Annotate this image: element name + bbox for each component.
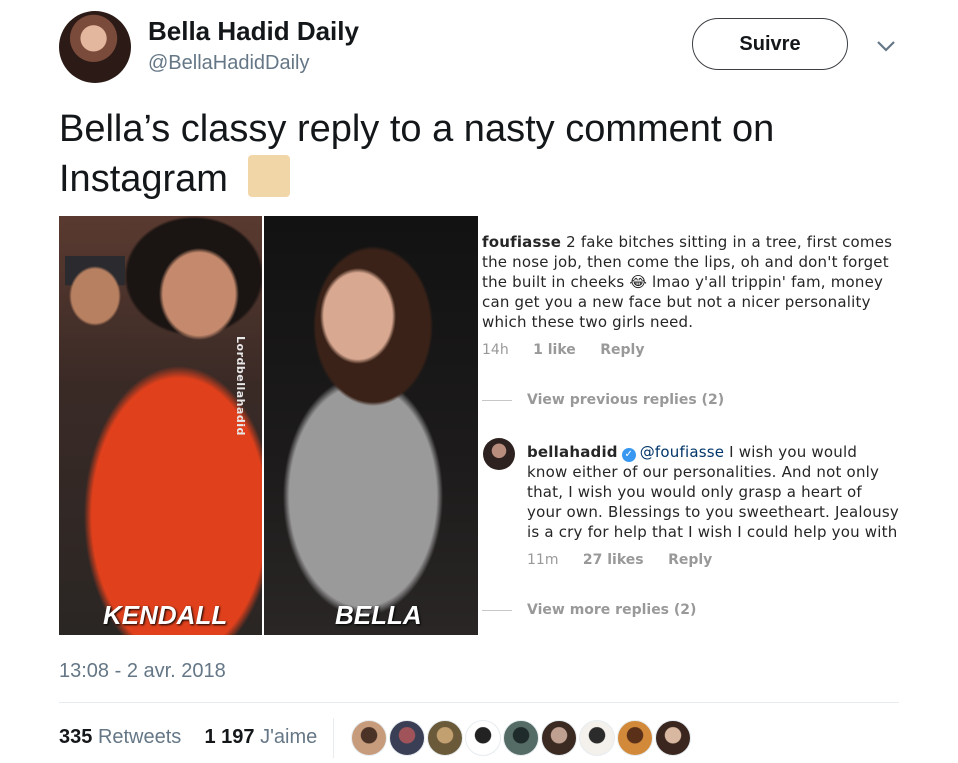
tweet-text: Bella’s classy reply to a nasty comment …	[59, 104, 899, 204]
verified-badge-icon: ✓	[621, 448, 636, 462]
chevron-down-icon[interactable]	[874, 36, 898, 56]
liker-avatar-8[interactable]	[617, 720, 653, 756]
watermark: Lordbellahadid	[234, 336, 247, 436]
label-kendall: KENDALL	[103, 600, 228, 630]
tweet-text-body: Bella’s classy reply to a nasty comment …	[59, 108, 775, 200]
ig-comment-bellahadid: bellahadid ✓ @foufiasse I wish you would k…	[527, 442, 899, 542]
retweets-label[interactable]: Retweets	[98, 726, 181, 748]
user-handle[interactable]: @BellaHadidDaily	[148, 52, 309, 75]
ig-view-previous: View previous replies (2)	[527, 392, 725, 408]
ig-time: 11m	[527, 552, 559, 568]
raised-hands-emoji-icon	[247, 155, 290, 197]
ig-likes: 27 likes	[582, 552, 644, 568]
photo-divider	[262, 216, 264, 635]
liker-avatar-4[interactable]	[465, 720, 501, 756]
tears-of-joy-emoji-icon: 😂	[629, 273, 648, 291]
liker-avatar-6[interactable]	[541, 720, 577, 756]
follow-button[interactable]: Suivre	[692, 18, 848, 70]
ig-view-more: View more replies (2)	[527, 602, 697, 618]
liker-avatar-9[interactable]	[655, 720, 691, 756]
photo-kendall	[59, 216, 263, 635]
ig-likes: 1 like	[533, 342, 576, 358]
ig-reply: Reply	[668, 552, 713, 568]
likes-label[interactable]: J'aime	[260, 726, 317, 748]
background-person	[65, 256, 125, 386]
instagram-comments-screenshot: foufiasse 2 fake bitches sitting in a tr…	[478, 216, 899, 635]
ig-comment-meta: 14h 1 like Reply	[482, 342, 664, 358]
photo-bella	[263, 216, 478, 635]
ig-avatar-bellahadid	[483, 438, 515, 470]
retweets-count[interactable]: 335	[59, 726, 92, 748]
ig-comment-meta: 11m 27 likes Reply	[527, 552, 732, 568]
ig-mention: @foufiasse	[639, 443, 725, 461]
ig-username: bellahadid	[527, 443, 618, 461]
tweet-media[interactable]: Lordbellahadid KENDALL BELLA foufiasse 2…	[59, 216, 899, 635]
ig-username: foufiasse	[482, 233, 562, 251]
label-bella: BELLA	[335, 600, 422, 630]
tweet-timestamp[interactable]: 13:08 - 2 avr. 2018	[59, 660, 226, 683]
ig-time: 14h	[482, 342, 509, 358]
display-name[interactable]: Bella Hadid Daily	[148, 16, 359, 47]
profile-avatar[interactable]	[59, 11, 131, 83]
liker-avatar-2[interactable]	[389, 720, 425, 756]
ig-comment-foufiasse: foufiasse 2 fake bitches sitting in a tr…	[482, 232, 897, 332]
likes-count[interactable]: 1 197	[204, 726, 254, 748]
liker-avatar-1[interactable]	[351, 720, 387, 756]
liker-avatar-7[interactable]	[579, 720, 615, 756]
liker-avatar-3[interactable]	[427, 720, 463, 756]
ig-reply-line	[482, 400, 512, 401]
tweet-stats: 335 Retweets 1 197 J'aime	[59, 726, 317, 749]
liker-avatar-5[interactable]	[503, 720, 539, 756]
ig-reply: Reply	[600, 342, 645, 358]
likers-avatars	[351, 720, 693, 756]
stats-divider	[333, 718, 334, 758]
ig-reply-line	[482, 610, 512, 611]
divider	[59, 702, 899, 703]
